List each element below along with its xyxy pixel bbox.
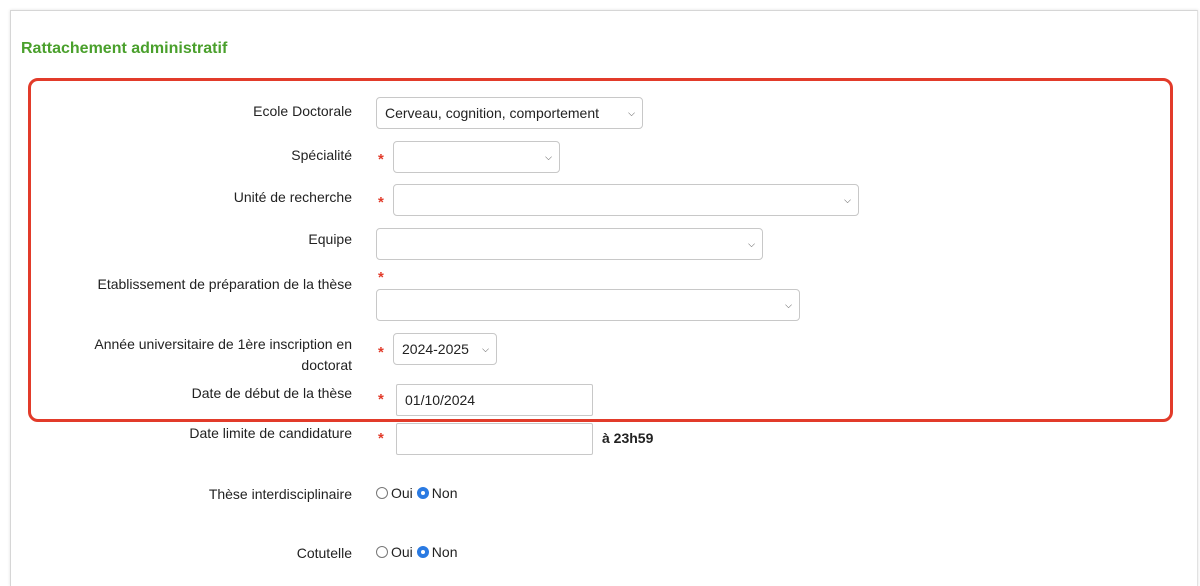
- annee-value: 2024-2025: [402, 341, 469, 357]
- unite-label: Unité de recherche: [233, 189, 352, 205]
- date-debut-input[interactable]: 01/10/2024: [396, 384, 593, 416]
- equipe-label: Equipe: [308, 231, 352, 247]
- interdisciplinaire-label: Thèse interdisciplinaire: [208, 486, 352, 502]
- date-limite-suffix: à 23h59: [602, 430, 654, 446]
- specialite-select[interactable]: ⌵: [393, 141, 560, 173]
- required-marker: *: [378, 151, 384, 168]
- unite-select[interactable]: ⌵: [393, 184, 859, 216]
- interdisciplinaire-non-radio[interactable]: [416, 487, 429, 499]
- cotutelle-oui-radio[interactable]: [376, 546, 388, 558]
- cotutelle-radio-group: Oui Non: [376, 544, 461, 560]
- cotutelle-oui-label: Oui: [391, 544, 413, 560]
- required-marker: *: [378, 194, 384, 211]
- chevron-down-icon: ⌵: [482, 344, 489, 354]
- annee-select[interactable]: 2024-2025 ⌵: [393, 333, 497, 365]
- interdisciplinaire-non-label: Non: [431, 485, 458, 501]
- chevron-down-icon: ⌵: [628, 108, 635, 118]
- chevron-down-icon: ⌵: [844, 195, 851, 205]
- cotutelle-non-label: Non: [431, 544, 458, 560]
- ecole-doctorale-value: Cerveau, cognition, comportement: [385, 105, 599, 121]
- interdisciplinaire-oui-label: Oui: [391, 485, 413, 501]
- chevron-down-icon: ⌵: [785, 300, 792, 310]
- annee-label-line2: doctorat: [301, 357, 352, 373]
- required-marker: *: [378, 391, 384, 408]
- interdisciplinaire-oui-radio[interactable]: [376, 487, 388, 499]
- equipe-select[interactable]: ⌵: [376, 228, 763, 260]
- annee-label-line1: Année universitaire de 1ère inscription …: [94, 336, 352, 352]
- etablissement-label: Etablissement de préparation de la thèse: [97, 276, 353, 292]
- date-limite-input[interactable]: [396, 423, 593, 455]
- cotutelle-label: Cotutelle: [296, 545, 352, 561]
- ecole-doctorale-label: Ecole Doctorale: [253, 103, 352, 119]
- specialite-label: Spécialité: [291, 147, 352, 163]
- date-debut-label: Date de début de la thèse: [191, 385, 352, 401]
- interdisciplinaire-radio-group: Oui Non: [376, 485, 461, 501]
- cotutelle-non-radio[interactable]: [416, 546, 429, 558]
- date-limite-label: Date limite de candidature: [189, 425, 352, 441]
- required-marker: *: [378, 269, 384, 286]
- required-marker: *: [378, 344, 384, 361]
- required-marker: *: [378, 430, 384, 447]
- ecole-doctorale-select[interactable]: Cerveau, cognition, comportement ⌵: [376, 97, 643, 129]
- chevron-down-icon: ⌵: [545, 152, 552, 162]
- section-title: Rattachement administratif: [21, 40, 228, 57]
- etablissement-select[interactable]: ⌵: [376, 289, 800, 321]
- chevron-down-icon: ⌵: [748, 239, 755, 249]
